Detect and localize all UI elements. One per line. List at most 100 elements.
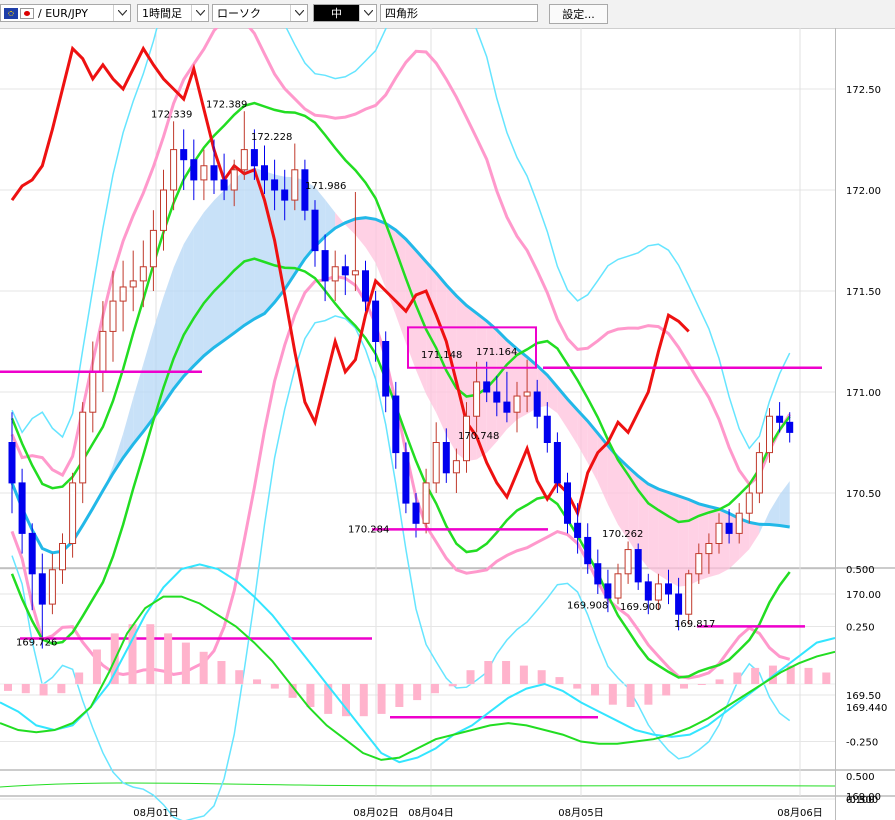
candle-body [170,149,178,191]
candle-body [503,401,511,413]
candle-body [654,583,662,601]
macd-histogram-bar [270,684,279,689]
candle-body [665,583,672,595]
price-annotation: 169.900 [620,602,661,613]
date-label: 08月06日 [777,807,822,819]
price-annotation: 172.228 [251,132,292,143]
candle-body [452,460,460,474]
macd-histogram-bar [644,684,653,705]
cloud-segment [183,227,194,377]
price-annotation: 169.726 [16,637,57,648]
cloud-segment [769,494,780,526]
settings-button[interactable]: 設定... [549,4,608,24]
candle-body [735,512,743,534]
price-tick-label: 170.00 [846,590,881,601]
date-axis: 08月01日 08月02日 08月04日 08月05日 08月06日 [133,807,822,819]
candle-body [614,573,622,599]
line-width-selector[interactable]: 中 [313,4,377,22]
candle-body [725,522,733,534]
candle-body [38,573,46,605]
candle-body [634,549,642,583]
chevron-down-icon[interactable] [113,5,130,21]
candle-body [109,300,117,332]
drawing-tool-selector[interactable]: 四角形 [380,4,538,22]
candle-body [382,341,390,397]
price-axis: 174.00173.50173.00172.50172.00171.50171.… [835,28,887,820]
candle-body [543,415,551,443]
candle-body [362,270,369,302]
price-tick-label: 172.50 [846,85,881,96]
candle-body [745,492,753,514]
macd-histogram-bar [662,684,671,696]
cloud-segment [203,200,214,356]
price-tick-label: 172.00 [846,186,881,197]
macd-histogram-bar [502,661,511,684]
chevron-down-icon[interactable] [191,5,208,21]
macd-histogram-bar [697,684,706,685]
price-annotation: 169.817 [674,619,715,630]
candle-body [331,266,339,282]
macd-histogram-bar [395,684,404,707]
candle-body [69,482,77,544]
cloud-segment [254,167,265,319]
macd-histogram-bar [21,684,30,694]
candle-body [119,286,127,302]
macd-histogram-bar [591,684,600,696]
cloud-segment [779,481,790,528]
price-annotation: 172.339 [151,110,192,121]
macd-histogram-bar [39,684,48,696]
chevron-down-icon[interactable] [359,5,376,21]
candle-body [139,266,147,282]
date-label: 08月02日 [353,807,398,819]
macd-histogram-bar [430,684,439,694]
candle-body [261,165,268,181]
candle-body [220,179,228,191]
macd-histogram-bar [146,624,155,684]
candle-body [28,532,36,575]
candle-body [594,563,602,585]
candle-body [513,395,521,413]
date-label: 08月04日 [408,807,453,819]
candle-body [341,266,349,276]
candle-body [604,583,612,599]
cloud-segment [143,329,154,432]
candle-body [48,569,56,605]
drawing-tool-label: 四角形 [385,7,418,20]
candle-body [553,442,561,484]
candle-body [483,381,491,393]
candle-body [250,149,258,167]
candle-body [624,549,632,575]
candle-body [291,169,299,201]
macd-histogram-bar [822,672,831,684]
cloud-segment [759,511,770,534]
macd-histogram-bar [306,684,315,707]
symbol-selector[interactable]: / EUR/JPY [0,4,131,22]
candle-body [412,502,420,524]
cloud-segment [264,171,275,314]
timeframe-selector[interactable]: 1時間足 [137,4,209,22]
macd-histogram-bar [715,679,724,684]
candle-body [675,593,683,615]
candle-body [59,543,66,571]
candle-body [473,381,481,417]
candle-body [230,169,238,191]
cloud-segment [416,250,427,395]
candle-body [715,522,723,544]
macd-histogram-bar [608,684,617,705]
cloud-segment [224,179,235,341]
chart-type-selector[interactable]: ローソク [212,4,308,22]
price-annotation: 171.986 [305,181,346,192]
chevron-down-icon[interactable] [290,5,307,21]
candle-body [695,553,703,575]
price-tick-label: 169.50 [846,691,881,702]
macd-histogram-bar [537,670,546,684]
chart-area[interactable]: 169.726 172.339 172.389 172.228 171.986 170.2… [0,28,895,820]
price-annotation: 170.284 [348,525,389,536]
macd-histogram-bar [448,684,457,687]
candle-body [129,280,137,288]
macd-histogram-bar [4,684,12,691]
candle-body [18,482,26,534]
cloud-segment [244,167,255,326]
price-tick-label: 171.50 [846,287,881,298]
cloud-segment [749,522,760,550]
